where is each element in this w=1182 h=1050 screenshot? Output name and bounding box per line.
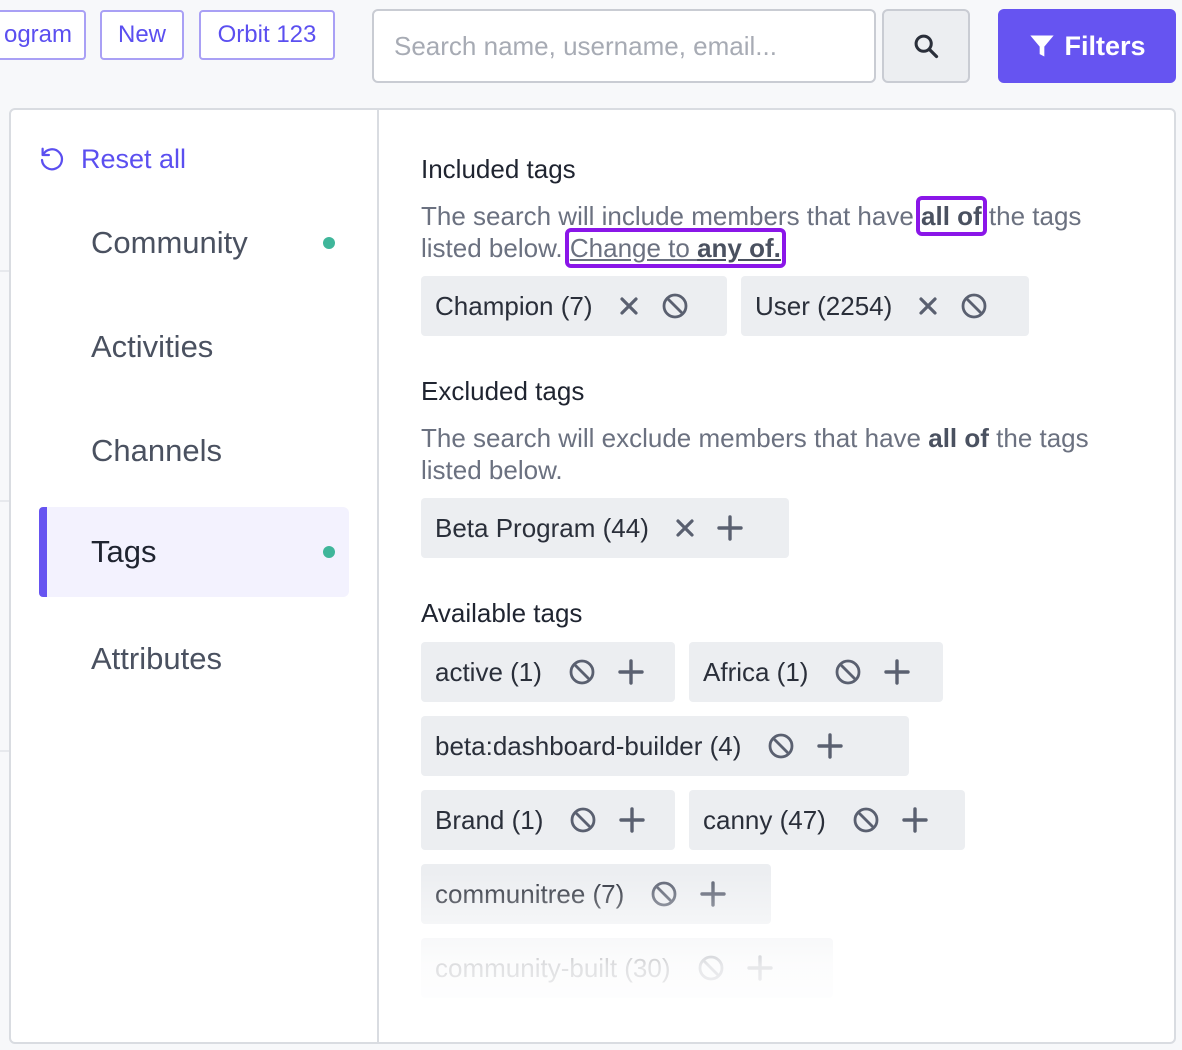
tag-label: Beta Program (44): [435, 512, 649, 543]
available-tag: community-built (30): [421, 938, 833, 998]
tag-label: Africa (1): [703, 656, 809, 687]
excluded-tags-description: The search will exclude members that hav…: [421, 422, 1121, 486]
filters-button[interactable]: Filters: [998, 9, 1176, 83]
include-plus-icon[interactable]: [717, 515, 743, 541]
include-plus-icon[interactable]: [746, 955, 773, 981]
available-tag: Brand (1): [421, 790, 675, 850]
filter-funnel-icon: [1028, 32, 1056, 60]
exclude-ban-icon[interactable]: [960, 292, 988, 320]
search-icon: [912, 32, 940, 60]
reset-all-button[interactable]: Reset all: [37, 144, 186, 175]
all-of-emphasis: all of: [916, 196, 987, 236]
included-tag: User (2254): [741, 276, 1029, 336]
reset-icon: [37, 145, 67, 175]
top-bar: ogram New Orbit 123 Filters: [0, 0, 1182, 100]
link-bold-text: any of.: [697, 233, 781, 263]
excluded-tag: Beta Program (44): [421, 498, 789, 558]
sidebar-item-attributes[interactable]: Attributes: [39, 614, 349, 704]
available-tag: beta:dashboard-builder (4): [421, 716, 909, 776]
include-plus-icon[interactable]: [884, 659, 911, 685]
remove-x-icon[interactable]: [918, 296, 938, 316]
exclude-ban-icon[interactable]: [834, 658, 862, 686]
included-tag: Champion (7): [421, 276, 727, 336]
tag-label: community-built (30): [435, 952, 671, 983]
filters-panel: Reset all Community Activities Channels …: [9, 108, 1176, 1044]
sidebar-item-label: Tags: [91, 534, 157, 569]
exclude-ban-icon[interactable]: [767, 732, 795, 760]
included-tags-description: The search will include members that hav…: [421, 196, 1121, 268]
filter-chip-orbit[interactable]: Orbit 123: [199, 10, 335, 60]
active-filter-dot: [323, 546, 335, 558]
sidebar-item-community[interactable]: Community: [39, 198, 349, 288]
desc-text: The search will include members that hav…: [421, 201, 922, 231]
tags-content: Included tags The search will include me…: [421, 110, 1161, 1042]
remove-x-icon[interactable]: [619, 296, 639, 316]
exclude-ban-icon[interactable]: [569, 806, 597, 834]
include-plus-icon[interactable]: [700, 881, 726, 907]
include-plus-icon[interactable]: [817, 733, 844, 759]
available-tag: active (1): [421, 642, 675, 702]
reset-all-label: Reset all: [81, 144, 187, 174]
include-plus-icon[interactable]: [619, 807, 646, 833]
active-filter-dot: [323, 237, 335, 249]
excluded-tags-title: Excluded tags: [421, 376, 585, 406]
available-tags-title: Available tags: [421, 598, 583, 628]
sidebar-item-label: Attributes: [91, 641, 222, 676]
desc-text: The search will exclude members that hav…: [421, 423, 929, 453]
exclude-ban-icon[interactable]: [852, 806, 880, 834]
available-tag: communitree (7): [421, 864, 771, 924]
sidebar-item-label: Channels: [91, 433, 222, 468]
link-text: Change to: [569, 233, 698, 263]
tag-label: beta:dashboard-builder (4): [435, 730, 742, 761]
search-input[interactable]: [372, 9, 876, 83]
change-to-any-of-link[interactable]: Change to any of.: [564, 228, 786, 268]
exclude-ban-icon[interactable]: [568, 658, 596, 686]
exclude-ban-icon[interactable]: [661, 292, 689, 320]
tag-label: active (1): [435, 656, 542, 687]
include-plus-icon[interactable]: [618, 659, 644, 685]
exclude-ban-icon[interactable]: [650, 880, 678, 908]
included-tags-title: Included tags: [421, 154, 576, 184]
tag-label: Brand (1): [435, 804, 544, 835]
filter-chip-new[interactable]: New: [100, 10, 184, 60]
sidebar-item-channels[interactable]: Channels: [39, 406, 349, 496]
tag-label: Champion (7): [435, 290, 593, 321]
tag-label: User (2254): [755, 290, 893, 321]
available-tag: Africa (1): [689, 642, 943, 702]
filters-sidebar: Reset all Community Activities Channels …: [11, 110, 379, 1042]
remove-x-icon[interactable]: [675, 518, 695, 538]
search-button[interactable]: [882, 9, 970, 83]
available-tag: canny (47): [689, 790, 965, 850]
sidebar-item-activities[interactable]: Activities: [39, 302, 349, 392]
sidebar-item-label: Community: [91, 225, 248, 260]
sidebar-item-label: Activities: [91, 329, 214, 364]
filters-label: Filters: [1064, 30, 1146, 61]
exclude-ban-icon[interactable]: [697, 954, 725, 982]
sidebar-item-tags[interactable]: Tags: [39, 507, 349, 597]
tag-label: communitree (7): [435, 878, 625, 909]
all-of-emphasis: all of: [928, 423, 989, 453]
tag-label: canny (47): [703, 804, 826, 835]
filter-chip-program[interactable]: ogram: [0, 10, 86, 60]
include-plus-icon[interactable]: [902, 807, 928, 833]
